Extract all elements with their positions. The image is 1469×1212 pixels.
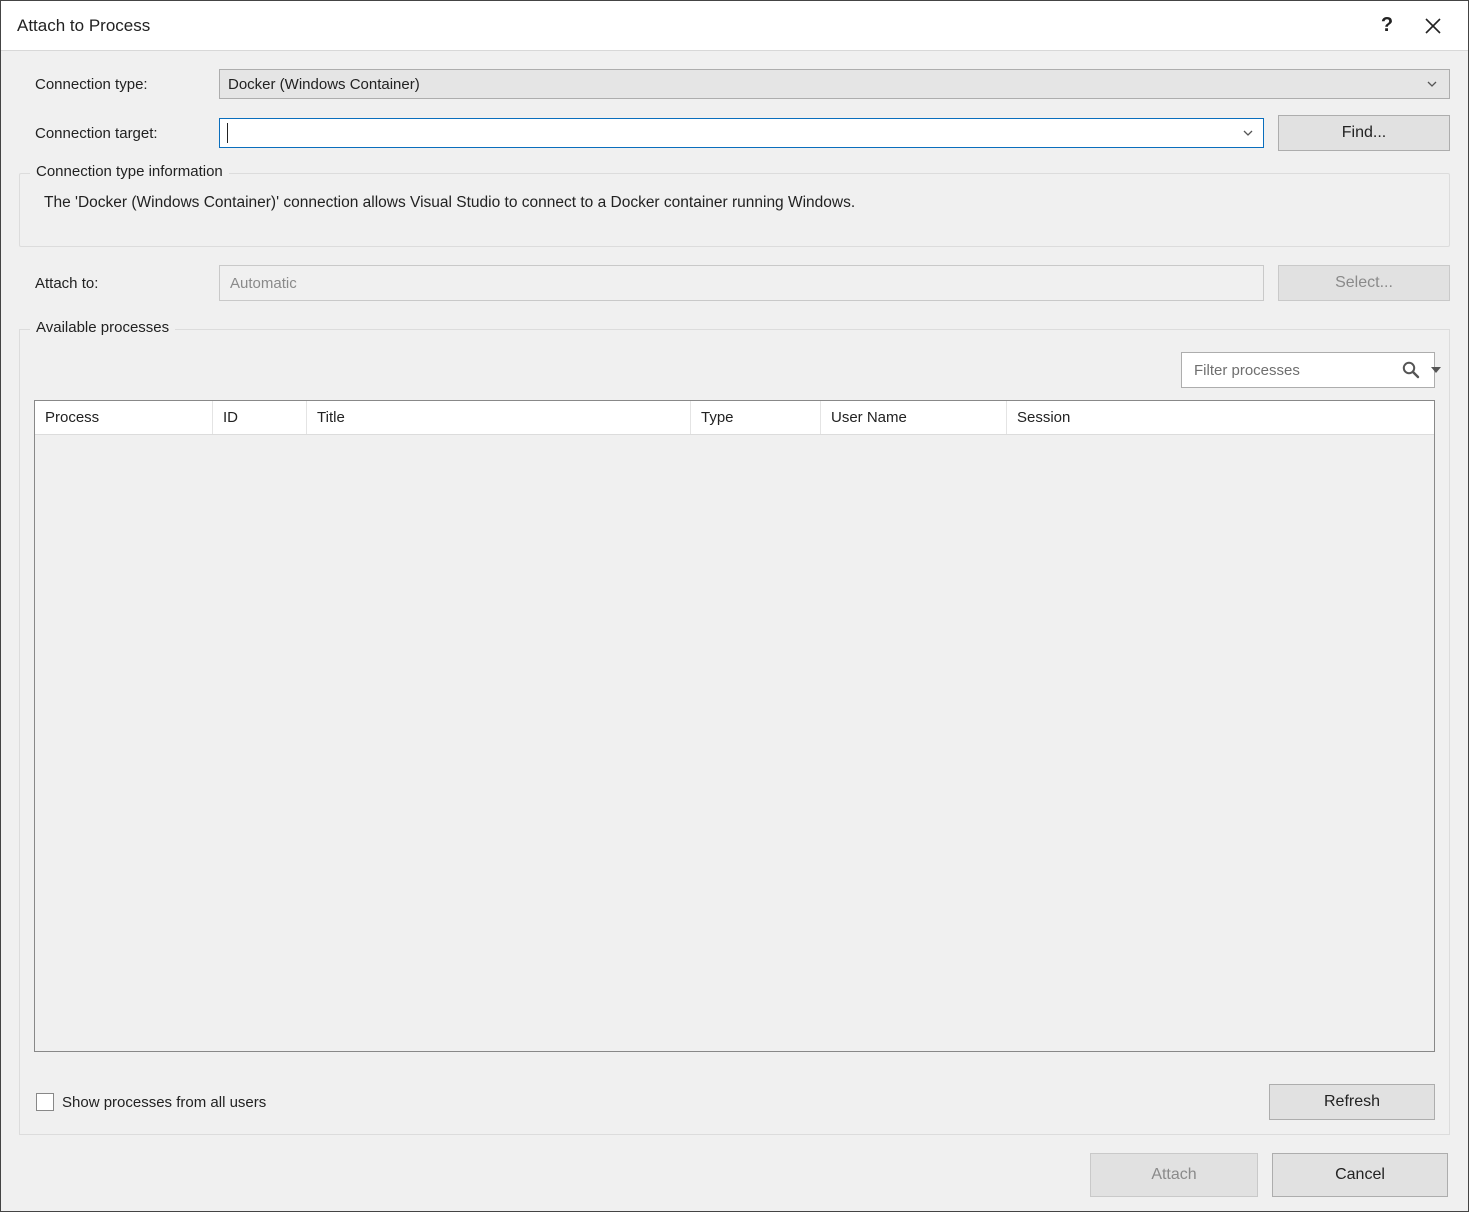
connection-type-value: Docker (Windows Container) [228,76,1423,93]
help-button[interactable]: ? [1364,3,1410,49]
show-all-users-checkbox[interactable]: Show processes from all users [34,1093,266,1111]
available-processes-title: Available processes [30,319,175,336]
connection-type-info-title: Connection type information [30,163,229,180]
column-session[interactable]: Session [1007,401,1434,434]
attach-to-value: Automatic [230,275,297,292]
cancel-button-label: Cancel [1335,1166,1385,1184]
show-all-users-label: Show processes from all users [62,1094,266,1111]
connection-type-label: Connection type: [19,76,219,93]
search-icon[interactable] [1401,360,1421,380]
refresh-button-label: Refresh [1324,1093,1380,1111]
chevron-down-icon [1423,75,1441,93]
select-button-label: Select... [1335,274,1393,292]
find-button[interactable]: Find... [1278,115,1450,151]
filter-row [34,352,1435,388]
column-id[interactable]: ID [213,401,307,434]
column-user[interactable]: User Name [821,401,1007,434]
chevron-down-icon[interactable] [1239,124,1257,142]
attach-to-field: Automatic [219,265,1264,301]
connection-type-dropdown[interactable]: Docker (Windows Container) [219,69,1450,99]
filter-processes-input[interactable] [1192,361,1395,380]
filter-processes-box [1181,352,1435,388]
connection-type-row: Connection type: Docker (Windows Contain… [19,69,1450,99]
attach-button-label: Attach [1151,1166,1196,1184]
checkbox-box [36,1093,54,1111]
connection-target-row: Connection target: Find... [19,115,1450,151]
refresh-button[interactable]: Refresh [1269,1084,1435,1120]
attach-button: Attach [1090,1153,1258,1197]
table-header: Process ID Title Type User Name Session [35,401,1434,435]
attach-to-row: Attach to: Automatic Select... [19,265,1450,301]
attach-to-label: Attach to: [19,275,219,292]
window-title: Attach to Process [17,16,1364,36]
column-title[interactable]: Title [307,401,691,434]
select-button: Select... [1278,265,1450,301]
column-type[interactable]: Type [691,401,821,434]
close-button[interactable] [1410,3,1456,49]
column-process[interactable]: Process [35,401,213,434]
find-button-label: Find... [1342,124,1386,142]
titlebar: Attach to Process ? [1,1,1468,51]
connection-target-input-wrapper [219,118,1264,148]
help-icon: ? [1381,14,1393,37]
filter-dropdown-arrow[interactable] [1427,365,1441,375]
dialog-footer: Attach Cancel [19,1153,1450,1197]
dialog-body: Connection type: Docker (Windows Contain… [1,51,1468,1211]
table-body-empty [35,435,1434,1051]
connection-target-input[interactable] [228,124,1239,143]
close-icon [1425,18,1441,34]
processes-table: Process ID Title Type User Name Session [34,400,1435,1052]
connection-target-label: Connection target: [19,125,219,142]
connection-type-info-text: The 'Docker (Windows Container)' connect… [34,188,1435,214]
connection-type-info-group: Connection type information The 'Docker … [19,173,1450,247]
cancel-button[interactable]: Cancel [1272,1153,1448,1197]
attach-to-process-dialog: Attach to Process ? Connection type: Doc… [0,0,1469,1212]
available-processes-group: Available processes [19,329,1450,1135]
below-table-row: Show processes from all users Refresh [34,1084,1435,1120]
